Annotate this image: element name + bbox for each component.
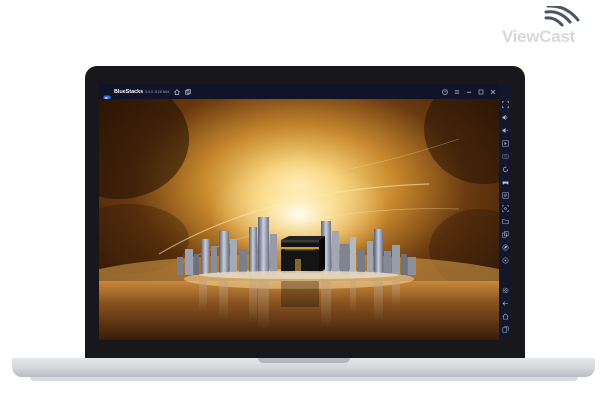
game-controls-icon[interactable] [501, 178, 510, 187]
bluestacks-logo-icon [103, 88, 111, 102]
tool-sidebar [499, 84, 512, 340]
app-viewport[interactable] [99, 99, 499, 340]
screen-record-icon[interactable] [501, 139, 510, 148]
macro-icon[interactable] [501, 191, 510, 200]
volume-up-icon[interactable] [501, 113, 510, 122]
minimize-icon[interactable] [465, 88, 472, 95]
app-version: 5.9.0.1128 N64 [145, 89, 170, 94]
home-sidebar-icon[interactable] [501, 312, 510, 321]
app-title: BlueStacks [114, 88, 144, 95]
folder-icon[interactable] [501, 217, 510, 226]
watermark-text: ViewCast [502, 27, 575, 46]
bluestacks-window: BlueStacks 5.9.0.1128 N64 [99, 84, 512, 340]
eco-mode-icon[interactable] [501, 243, 510, 252]
kaaba-splash-artwork [99, 99, 499, 340]
recent-apps-icon[interactable] [501, 325, 510, 334]
keyboard-controls-icon[interactable] [501, 152, 510, 161]
multi-instance-icon[interactable] [184, 88, 191, 95]
viewcast-watermark: ViewCast [498, 4, 598, 50]
settings-icon[interactable] [501, 286, 510, 295]
laptop-base-shadow [30, 377, 578, 381]
title-bar: BlueStacks 5.9.0.1128 N64 [99, 84, 512, 102]
multi-instance-sidebar-icon[interactable] [501, 230, 510, 239]
laptop-notch [258, 358, 350, 363]
rotate-icon[interactable] [501, 165, 510, 174]
location-icon[interactable] [501, 256, 510, 265]
fullscreen-icon[interactable] [501, 100, 510, 109]
maximize-icon[interactable] [477, 88, 484, 95]
window-controls [436, 88, 508, 95]
volume-down-icon[interactable] [501, 126, 510, 135]
help-icon[interactable] [441, 88, 448, 95]
home-icon[interactable] [173, 88, 180, 95]
back-icon[interactable] [501, 299, 510, 308]
menu-icon[interactable] [453, 88, 460, 95]
close-icon[interactable] [489, 88, 496, 95]
screenshot-icon[interactable] [501, 204, 510, 213]
